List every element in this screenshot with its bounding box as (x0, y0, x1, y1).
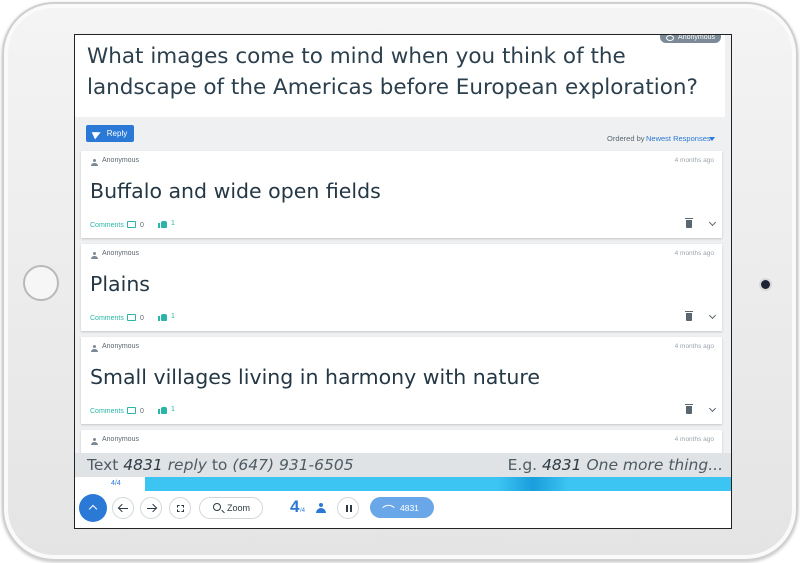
camera-dot (761, 280, 770, 289)
response-footer: Comments 0 1 (90, 218, 717, 230)
response-timestamp: 4 months ago (674, 157, 714, 164)
magnifier-icon (213, 503, 221, 511)
trash-icon[interactable] (685, 404, 693, 414)
sms-instructions: Text 4831 reply to (647) 931-6505 (87, 453, 354, 477)
like-count: 1 (171, 220, 175, 227)
response-text: Small villages living in harmony with na… (90, 365, 540, 389)
sms-phone: (647) 931-6505 (232, 456, 354, 474)
response-footer: Comments 0 1 (90, 311, 717, 323)
sms-reply-word: reply (167, 456, 207, 474)
comments-link[interactable]: Comments (90, 408, 124, 415)
comments-link[interactable]: Comments (90, 222, 124, 229)
event-code: 4831 (400, 503, 419, 513)
chevron-down-icon[interactable] (708, 311, 717, 320)
user-icon (91, 345, 98, 352)
response-footer: Comments 0 1 (90, 404, 717, 416)
send-icon (91, 128, 103, 139)
chevron-down-icon[interactable] (709, 137, 715, 141)
response-timestamp: 4 months ago (674, 436, 714, 443)
question-panel: Anonymous What images come to mind when … (75, 35, 725, 117)
thumbs-up-icon[interactable] (158, 220, 167, 228)
response-card: Anonymous 4 months ago Buffalo and wide … (81, 151, 722, 238)
fullscreen-icon (177, 505, 184, 512)
zoom-label: Zoom (227, 503, 251, 513)
participant-icon (316, 503, 326, 513)
comment-count: 0 (140, 408, 144, 415)
response-card: Anonymous 4 months ago Small villages li… (81, 337, 722, 424)
progress-bar: 4/4 (75, 477, 731, 491)
sms-example: E.g. 4831 One more thing... (508, 453, 723, 477)
sms-example-text: One more thing... (586, 456, 723, 474)
ordered-by-label: Ordered by (607, 134, 645, 143)
wifi-off-icon (382, 501, 395, 514)
presenter-controls: Zoom 4 /4 4831 (75, 491, 731, 528)
response-toolbar: Reply Ordered by Newest Responses (75, 123, 725, 145)
collapse-button[interactable] (79, 494, 107, 522)
next-button[interactable] (140, 497, 162, 519)
reply-label: Reply (106, 129, 128, 138)
event-code-pill[interactable]: 4831 (370, 497, 434, 518)
reply-button[interactable]: Reply (86, 125, 134, 142)
home-button[interactable] (23, 265, 59, 301)
fullscreen-button[interactable] (169, 497, 191, 519)
anonymous-chip: Anonymous (660, 34, 721, 43)
response-author: Anonymous (102, 343, 139, 350)
previous-button[interactable] (112, 497, 134, 519)
mask-icon (666, 35, 675, 41)
anonymous-chip-label: Anonymous (678, 34, 715, 41)
pause-icon (346, 505, 352, 512)
pause-button[interactable] (337, 497, 359, 519)
user-icon (91, 438, 98, 445)
chevron-down-icon[interactable] (708, 404, 717, 413)
comment-icon[interactable] (127, 221, 136, 228)
chevron-down-icon[interactable] (708, 218, 717, 227)
sms-example-prefix: E.g. (507, 456, 538, 474)
like-count: 1 (171, 406, 175, 413)
sms-code: 4831 (123, 456, 163, 474)
user-icon (91, 252, 98, 259)
chevron-up-icon (88, 504, 98, 514)
response-text: Buffalo and wide open fields (90, 179, 381, 203)
response-total: /4 (300, 508, 306, 514)
user-icon (91, 159, 98, 166)
progress-count: 4/4 (111, 480, 121, 487)
response-author: Anonymous (102, 436, 139, 443)
ordered-by-dropdown[interactable]: Newest Responses (646, 134, 711, 143)
response-timestamp: 4 months ago (674, 250, 714, 257)
question-title: What images come to mind when you think … (87, 44, 698, 100)
app-screen: Anonymous What images come to mind when … (74, 34, 732, 529)
response-timestamp: 4 months ago (674, 343, 714, 350)
response-text: Plains (90, 272, 150, 296)
thumbs-up-icon[interactable] (158, 313, 167, 321)
response-count: 4 (290, 497, 300, 516)
response-author: Anonymous (102, 250, 139, 257)
response-card: Anonymous 4 months ago Plains Comments 0… (81, 244, 722, 331)
trash-icon[interactable] (685, 218, 693, 228)
thumbs-up-icon[interactable] (158, 406, 167, 414)
progress-fill (145, 477, 731, 491)
comment-count: 0 (140, 315, 144, 322)
comment-count: 0 (140, 222, 144, 229)
sms-instructions-bar: Text 4831 reply to (647) 931-6505 E.g. 4… (75, 453, 731, 477)
comment-icon[interactable] (127, 407, 136, 414)
sms-text-word: Text (87, 456, 119, 474)
zoom-button[interactable]: Zoom (199, 497, 263, 519)
sms-example-code: 4831 (542, 456, 582, 474)
comments-link[interactable]: Comments (90, 315, 124, 322)
response-author: Anonymous (102, 157, 139, 164)
sms-to-word: to (211, 456, 228, 474)
comment-icon[interactable] (127, 314, 136, 321)
trash-icon[interactable] (685, 311, 693, 321)
like-count: 1 (171, 313, 175, 320)
